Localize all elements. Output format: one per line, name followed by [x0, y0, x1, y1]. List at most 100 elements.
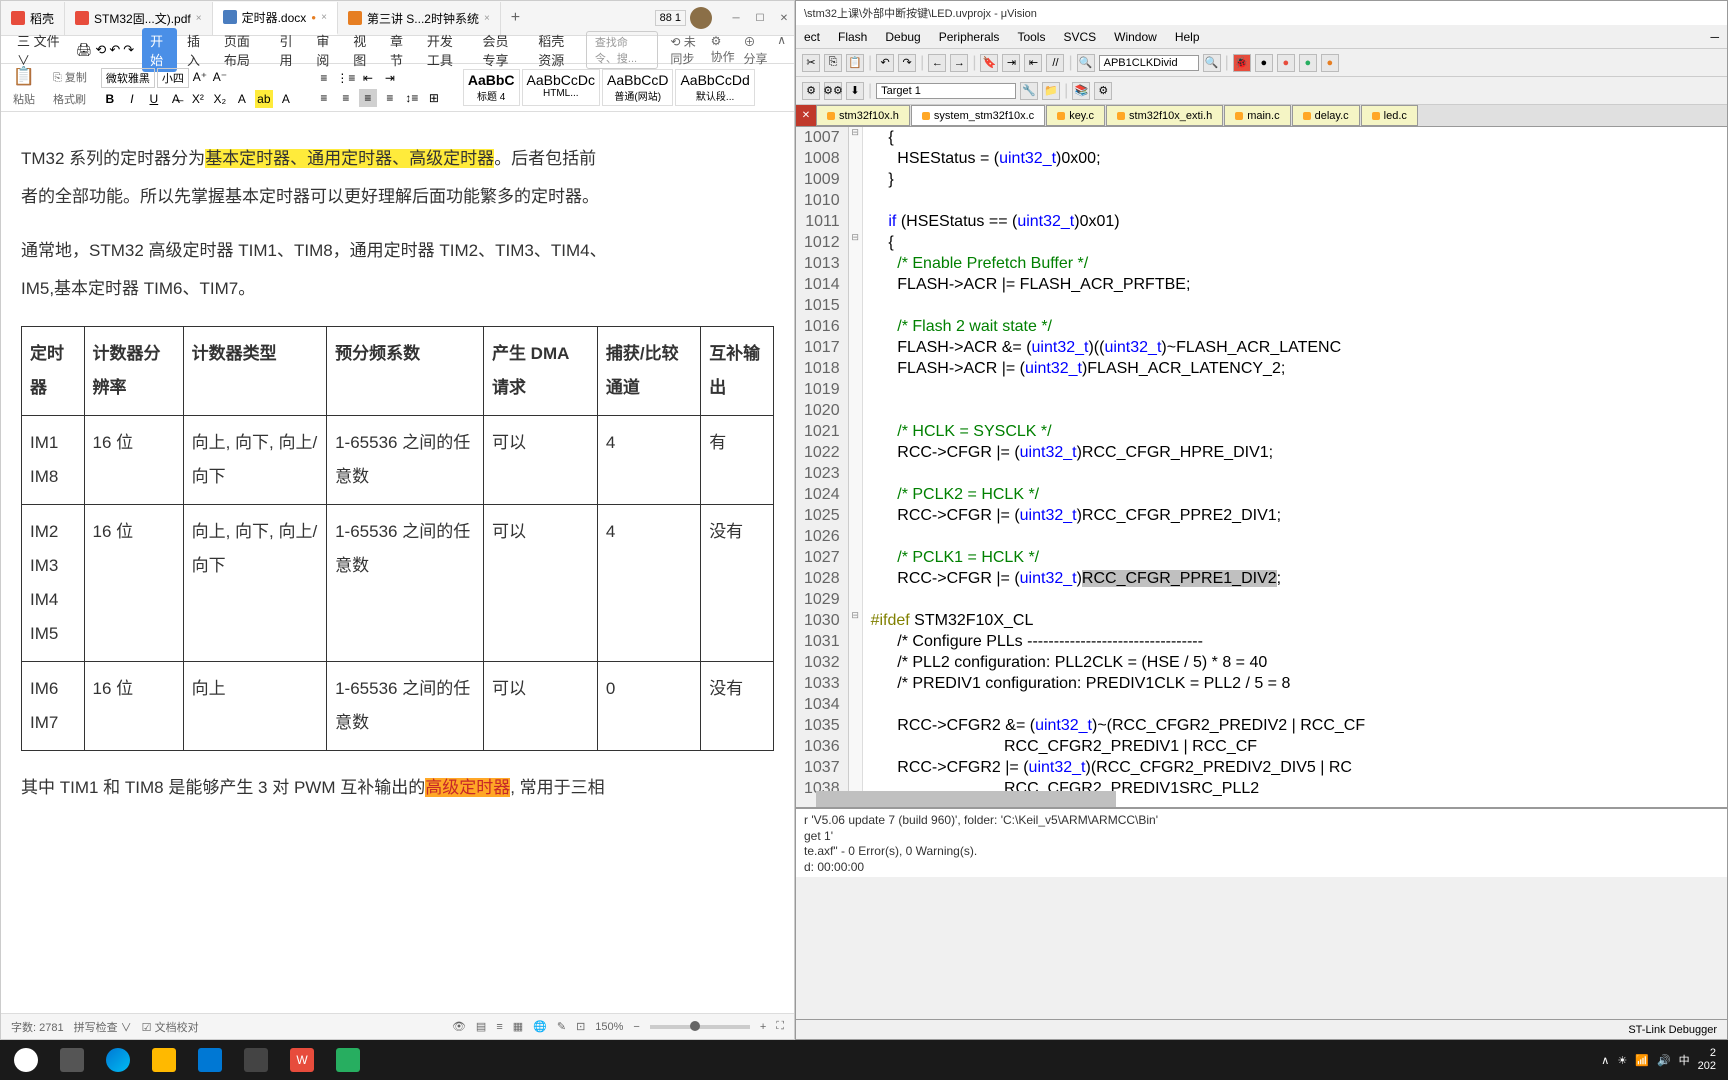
strike-button[interactable]: A̶ [167, 90, 185, 108]
fold-column[interactable]: ⊟⊟⊟ [849, 127, 863, 807]
indent-icon[interactable]: ⇥ [1002, 54, 1020, 72]
font-select[interactable]: 微软雅黑 [101, 68, 155, 88]
find-icon[interactable]: 🔍 [1077, 54, 1095, 72]
outdent-icon[interactable]: ⇤ [1024, 54, 1042, 72]
menu-insert[interactable]: 插入 [179, 28, 214, 72]
toolbar-icon[interactable]: ⟲ [95, 42, 106, 58]
run-icon[interactable]: ● [1299, 54, 1317, 72]
command-search[interactable]: 查找命令、搜... [586, 31, 658, 69]
menu-vip[interactable]: 会员专享 [475, 28, 529, 72]
tray-volume-icon[interactable]: 🔊 [1657, 1054, 1671, 1067]
window-count-icon[interactable]: 88 1 [655, 10, 686, 26]
zoom-slider[interactable] [650, 1025, 750, 1029]
border-icon[interactable]: ⊞ [425, 89, 443, 107]
avatar[interactable] [690, 7, 712, 29]
close-icon[interactable]: × [321, 12, 327, 23]
start-button[interactable] [4, 1042, 48, 1078]
config-icon[interactable]: ⚙ [1094, 82, 1112, 100]
tray-brightness-icon[interactable]: ☀ [1617, 1054, 1627, 1067]
toolbar-icon[interactable]: ↶ [109, 42, 120, 58]
build-icon[interactable]: ⚙ [802, 82, 820, 100]
maximize-button[interactable]: ☐ [750, 8, 770, 28]
undo-icon[interactable]: ↶ [876, 54, 894, 72]
tray-network-icon[interactable]: 📶 [1635, 1054, 1649, 1067]
zoom-level[interactable]: 150% [595, 1021, 623, 1033]
wps-button[interactable]: W [280, 1042, 324, 1078]
stop-icon[interactable]: ● [1277, 54, 1295, 72]
camera-button[interactable] [234, 1042, 278, 1078]
pause-icon[interactable]: ● [1321, 54, 1339, 72]
menu-refs[interactable]: 引用 [272, 28, 307, 72]
close-icon[interactable]: × [196, 13, 202, 24]
web-icon[interactable]: ▦ [513, 1020, 523, 1033]
editor-tab-0[interactable]: stm32f10x.h [816, 105, 910, 126]
style-html[interactable]: AaBbCcDcHTML... [522, 69, 600, 106]
download-icon[interactable]: ⬇ [846, 82, 864, 100]
line-spacing-icon[interactable]: ↕≡ [403, 89, 421, 107]
copy-button[interactable]: ⎘ 复制 [49, 67, 91, 87]
bold-button[interactable]: B [101, 90, 119, 108]
close-button[interactable]: ✕ [774, 8, 794, 28]
redo-icon[interactable]: ↷ [898, 54, 916, 72]
editor-tab-5[interactable]: delay.c [1292, 105, 1360, 126]
sync-status[interactable]: ⟲ 未同步 [670, 33, 702, 67]
doc-check[interactable]: ☑ 文档校对 [142, 1019, 199, 1035]
number-list-icon[interactable]: ⋮≡ [337, 69, 355, 87]
menu-project[interactable]: ect [804, 30, 820, 44]
reading-icon[interactable]: 🌐 [533, 1020, 547, 1033]
editor-tab-4[interactable]: main.c [1224, 105, 1290, 126]
collab-button[interactable]: ⚙ 协作 [711, 33, 736, 67]
search-combo[interactable]: APB1CLKDivid [1099, 55, 1199, 71]
edit-icon[interactable]: ✎ [557, 1020, 566, 1033]
format-brush-button[interactable]: 格式刷 [49, 89, 91, 109]
cut-icon[interactable]: ✂ [802, 54, 820, 72]
style-default[interactable]: AaBbCcDd默认段... [675, 69, 754, 106]
explorer-button[interactable] [142, 1042, 186, 1078]
code-editor[interactable]: 1007100810091010101110121013101410151016… [796, 127, 1727, 807]
file-menu[interactable]: 三 文件 ∨ [9, 28, 68, 72]
menu-resources[interactable]: 稻壳资源 [530, 28, 584, 72]
indent-left-icon[interactable]: ⇤ [359, 69, 377, 87]
breakpoint-icon[interactable]: ● [1255, 54, 1273, 72]
underline-button[interactable]: U [145, 90, 163, 108]
close-all-icon[interactable]: ✕ [796, 105, 816, 126]
word-count[interactable]: 字数: 2781 [11, 1019, 64, 1035]
menu-tools[interactable]: Tools [1017, 30, 1045, 44]
paste-icon[interactable]: 📋 [846, 54, 864, 72]
decrease-font-icon[interactable]: A⁻ [211, 68, 229, 86]
zoom-in[interactable]: + [760, 1021, 766, 1033]
find-next-icon[interactable]: 🔍 [1203, 54, 1221, 72]
subscript-button[interactable]: X₂ [211, 90, 229, 108]
bookmark-icon[interactable]: 🔖 [980, 54, 998, 72]
comment-icon[interactable]: // [1046, 54, 1064, 72]
share-button[interactable]: ⊕ 分享 [744, 33, 770, 67]
task-view-button[interactable] [50, 1042, 94, 1078]
nav-fwd-icon[interactable]: → [950, 54, 968, 72]
editor-tab-3[interactable]: stm32f10x_exti.h [1106, 105, 1223, 126]
menu-help[interactable]: Help [1175, 30, 1200, 44]
menu-chapter[interactable]: 章节 [382, 28, 417, 72]
menu-window[interactable]: Window [1114, 30, 1157, 44]
ruler-icon[interactable]: ⊡ [576, 1020, 585, 1033]
align-center-icon[interactable]: ≡ [337, 89, 355, 107]
copy-icon[interactable]: ⎘ [824, 54, 842, 72]
debug-icon[interactable]: 🐞 [1233, 54, 1251, 72]
target-select[interactable]: Target 1 [876, 83, 1016, 99]
menu-svcs[interactable]: SVCS [1063, 30, 1096, 44]
horizontal-scrollbar[interactable] [816, 791, 1116, 807]
toolbar-icon[interactable]: 🖨 [76, 42, 93, 58]
superscript-button[interactable]: X² [189, 90, 207, 108]
fontsize-select[interactable]: 小四 [157, 68, 189, 88]
menu-view[interactable]: 视图 [345, 28, 380, 72]
highlight-button[interactable]: ab [255, 90, 273, 108]
menu-home[interactable]: 开始 [142, 28, 177, 72]
manage-icon[interactable]: 📁 [1042, 82, 1060, 100]
style-normal[interactable]: AaBbCcD普通(网站) [602, 69, 673, 106]
align-justify-icon[interactable]: ≡ [381, 89, 399, 107]
align-left-icon[interactable]: ≡ [315, 89, 333, 107]
layout-icon[interactable]: ▤ [476, 1020, 486, 1033]
tray-clock[interactable]: 2202 [1698, 1047, 1716, 1073]
options-icon[interactable]: 🔧 [1020, 82, 1038, 100]
code-content[interactable]: { HSEStatus = (uint32_t)0x00; } if (HSES… [863, 127, 1727, 807]
text-effect-button[interactable]: A [277, 90, 295, 108]
